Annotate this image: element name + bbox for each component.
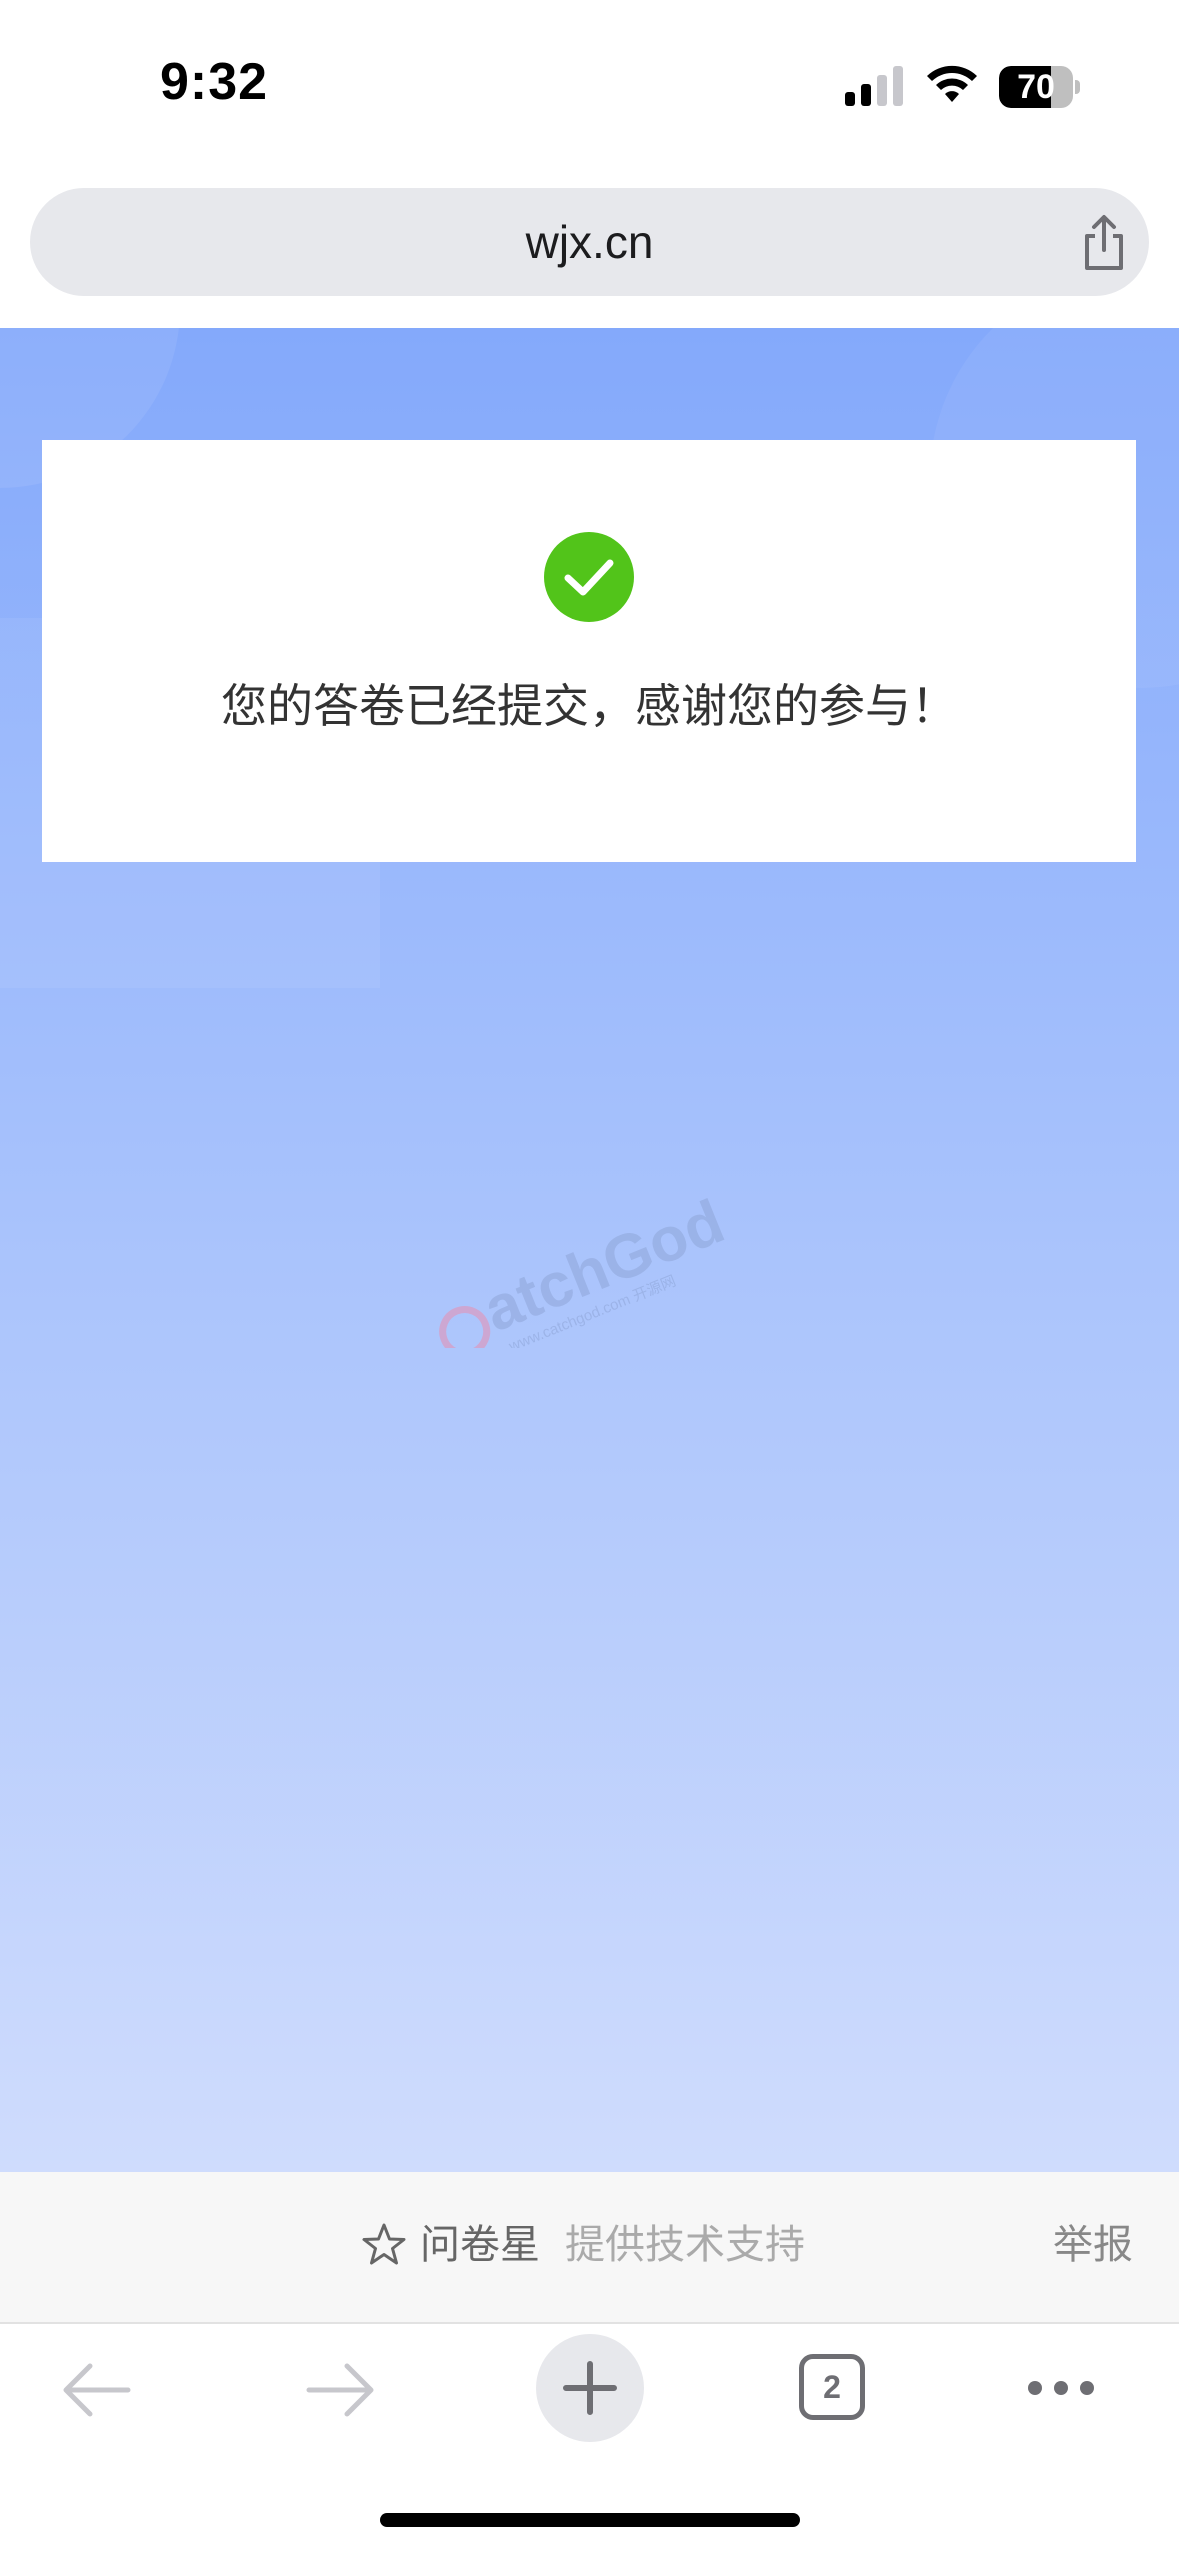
plus-icon xyxy=(563,2361,617,2415)
forward-arrow-icon[interactable] xyxy=(305,2360,377,2420)
new-tab-button[interactable] xyxy=(536,2334,644,2442)
status-time: 9:32 xyxy=(160,53,269,111)
brand-link[interactable]: 问卷星 xyxy=(420,2217,540,2273)
share-icon[interactable] xyxy=(1075,214,1133,272)
cellular-signal-icon xyxy=(845,66,903,106)
wifi-icon xyxy=(927,65,977,102)
page-footer: 问卷星 提供技术支持 举报 xyxy=(0,2172,1179,2324)
home-indicator xyxy=(380,2513,800,2527)
battery-indicator: 70 xyxy=(999,66,1080,108)
more-dots-icon[interactable] xyxy=(1025,2376,1097,2400)
web-content: 您的答卷已经提交，感谢您的参与！ atchGod www.catchgod.co… xyxy=(0,328,1179,2172)
submission-message: 您的答卷已经提交，感谢您的参与！ xyxy=(221,679,957,733)
watermark-logo: atchGod www.catchgod.com 开源网 xyxy=(439,1188,734,1348)
report-link[interactable]: 举报 xyxy=(1053,2217,1133,2273)
battery-level: 70 xyxy=(1017,68,1055,106)
result-card: 您的答卷已经提交，感谢您的参与！ xyxy=(42,440,1136,862)
check-circle-icon xyxy=(544,532,634,622)
star-icon xyxy=(362,2223,406,2265)
support-text: 提供技术支持 xyxy=(565,2222,805,2268)
status-bar: 9:32 70 xyxy=(0,0,1179,180)
url-text[interactable]: wjx.cn xyxy=(30,188,1149,296)
svg-text:atchGod: atchGod xyxy=(475,1188,734,1345)
tabs-button[interactable]: 2 xyxy=(799,2354,865,2420)
back-arrow-icon[interactable] xyxy=(60,2360,132,2420)
address-bar[interactable]: wjx.cn xyxy=(30,188,1149,296)
